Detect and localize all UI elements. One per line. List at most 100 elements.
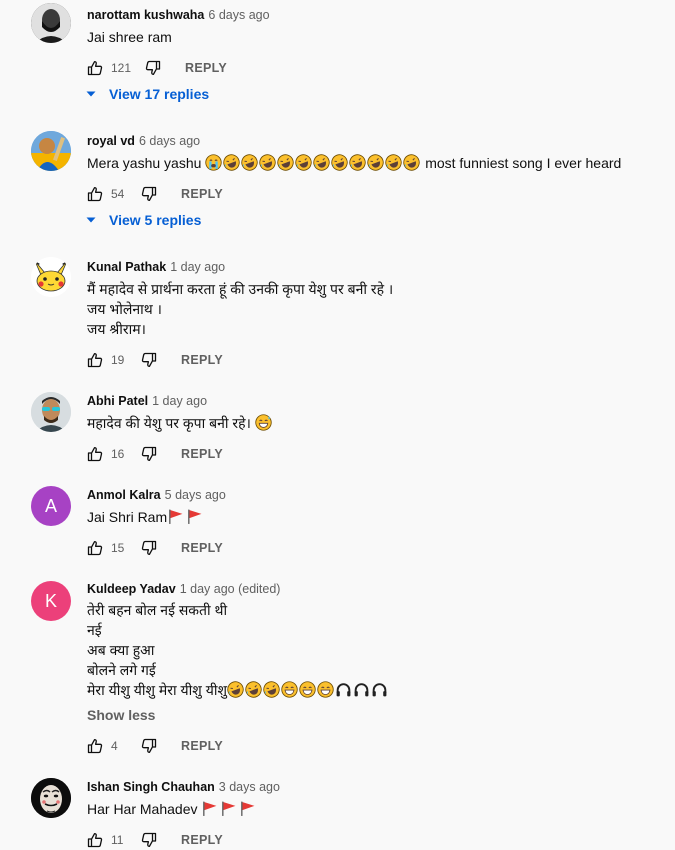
comment-text-prefix: Har Har Mahadev [87, 801, 198, 817]
comment-time[interactable]: 1 day ago (edited) [180, 582, 281, 596]
show-less-button[interactable]: Show less [87, 707, 155, 723]
comment-time[interactable]: 6 days ago [208, 8, 269, 22]
laughing-emoji-icon [245, 681, 262, 698]
comment-text: मैं महादेव से प्रार्थना करता हूं की उनकी… [87, 279, 393, 339]
laughing-emoji-icon [349, 154, 366, 171]
comment-actions: 4 REPLY [87, 736, 223, 756]
expand-triangle-icon [85, 88, 97, 100]
comment-time[interactable]: 5 days ago [165, 488, 226, 502]
comment-time[interactable]: 3 days ago [219, 780, 280, 794]
avatar[interactable] [31, 257, 71, 297]
comment-time[interactable]: 1 day ago [152, 394, 207, 408]
avatar[interactable] [31, 778, 71, 818]
headphones-icon [335, 681, 352, 698]
comment-text: तेरी बहन बोल नई सकती थी नई अब क्या हुआ ब… [87, 600, 389, 700]
reply-button[interactable]: REPLY [181, 739, 223, 753]
thumb-up-icon[interactable] [87, 540, 103, 556]
comment-line: तेरी बहन बोल नई सकती थी [87, 602, 228, 618]
grinning-emoji-icon [317, 681, 334, 698]
reply-button[interactable]: REPLY [181, 833, 223, 847]
comment-text-prefix: Mera yashu yashu [87, 155, 202, 171]
comment-line: जय श्रीराम। [87, 321, 146, 337]
avatar-letter: A [44, 495, 57, 516]
avatar[interactable] [31, 131, 71, 171]
thumb-up-icon[interactable] [87, 832, 103, 848]
comment-text: Har Har Mahadev [87, 799, 258, 819]
reply-button[interactable]: REPLY [181, 541, 223, 555]
reply-button[interactable]: REPLY [181, 187, 223, 201]
view-replies-button[interactable]: View 5 replies [85, 212, 201, 228]
thumb-up-icon[interactable] [87, 738, 103, 754]
comment-actions: 19 REPLY [87, 350, 223, 370]
thumb-up-icon[interactable] [87, 352, 103, 368]
crying-emoji-icon [205, 154, 222, 171]
author-name[interactable]: Ishan Singh Chauhan [87, 780, 215, 794]
comment-text: महादेव की येशु पर कृपा बनी रहे। [87, 413, 273, 433]
comment-line: नई [87, 622, 102, 638]
comment-header: Abhi Patel 1 day ago [87, 394, 207, 408]
comment-text-prefix: Jai Shri Ram [87, 509, 168, 525]
comment-actions: 15 REPLY [87, 538, 223, 558]
comment-actions: 121 REPLY [87, 58, 227, 78]
headphones-icon [353, 681, 370, 698]
red-flag-icon [201, 800, 218, 817]
expand-triangle-icon [85, 214, 97, 226]
comment-header: Kunal Pathak 1 day ago [87, 260, 225, 274]
comment-header: Kuldeep Yadav 1 day ago (edited) [87, 582, 280, 596]
avatar-photo [31, 257, 71, 297]
author-name[interactable]: Kunal Pathak [87, 260, 166, 274]
view-replies-button[interactable]: View 17 replies [85, 86, 209, 102]
avatar[interactable] [31, 3, 71, 43]
comment-actions: 16 REPLY [87, 444, 223, 464]
comment-line: मैं महादेव से प्रार्थना करता हूं की उनकी… [87, 281, 394, 297]
comment-time[interactable]: 1 day ago [170, 260, 225, 274]
red-flag-icon [186, 508, 203, 525]
like-count: 16 [111, 447, 125, 461]
author-name[interactable]: Abhi Patel [87, 394, 148, 408]
author-name[interactable]: Kuldeep Yadav [87, 582, 176, 596]
author-name[interactable]: narottam kushwaha [87, 8, 204, 22]
thumb-up-icon[interactable] [87, 446, 103, 462]
comment-line: मेरा यीशु यीशु मेरा यीशु यीशु [87, 682, 227, 698]
reply-button[interactable]: REPLY [185, 61, 227, 75]
thumb-up-icon[interactable] [87, 60, 103, 76]
grinning-sweat-emoji-icon [255, 414, 272, 431]
like-count: 19 [111, 353, 125, 367]
laughing-emoji-icon [223, 154, 240, 171]
thumb-down-icon[interactable] [141, 540, 157, 556]
laughing-emoji-icon [403, 154, 420, 171]
thumb-down-icon[interactable] [141, 446, 157, 462]
reply-button[interactable]: REPLY [181, 447, 223, 461]
laughing-emoji-icon [241, 154, 258, 171]
avatar-photo [31, 392, 71, 432]
author-name[interactable]: Anmol Kalra [87, 488, 161, 502]
grinning-emoji-icon [281, 681, 298, 698]
laughing-emoji-icon [331, 154, 348, 171]
laughing-emoji-icon [277, 154, 294, 171]
avatar-letter: K [44, 590, 57, 611]
avatar[interactable]: A [31, 486, 71, 526]
thumb-up-icon[interactable] [87, 186, 103, 202]
thumb-down-icon[interactable] [141, 738, 157, 754]
thumb-down-icon[interactable] [145, 60, 161, 76]
thumb-down-icon[interactable] [141, 186, 157, 202]
avatar[interactable]: K [31, 581, 71, 621]
comment-text: Mera yashu yashu most funniest song I ev… [87, 153, 621, 173]
thumb-down-icon[interactable] [141, 832, 157, 848]
red-flag-icon [239, 800, 256, 817]
comment-text-suffix: most funniest song I ever heard [425, 155, 622, 171]
reply-button[interactable]: REPLY [181, 353, 223, 367]
comment-text: Jai Shri Ram [87, 507, 205, 527]
like-count: 121 [111, 61, 132, 75]
avatar[interactable] [31, 392, 71, 432]
comment-actions: 54 REPLY [87, 184, 223, 204]
comment-line: Jai shree ram [87, 29, 172, 45]
comment-text: Jai shree ram [87, 27, 172, 47]
laughing-emoji-icon [313, 154, 330, 171]
like-count: 11 [111, 833, 124, 847]
author-name[interactable]: royal vd [87, 134, 135, 148]
comment-time[interactable]: 6 days ago [139, 134, 200, 148]
comment-text-prefix: महादेव की येशु पर कृपा बनी रहे। [87, 415, 251, 431]
thumb-down-icon[interactable] [141, 352, 157, 368]
view-replies-label: View 5 replies [109, 212, 202, 228]
